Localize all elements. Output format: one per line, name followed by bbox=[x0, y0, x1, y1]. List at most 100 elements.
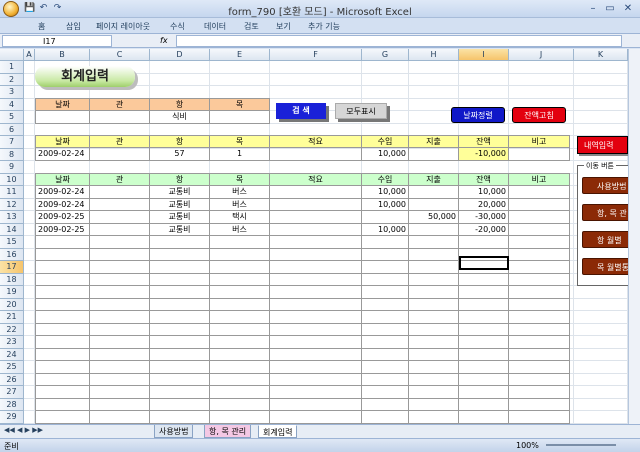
ledger-empty-cell[interactable] bbox=[409, 336, 459, 349]
row-header[interactable]: 11 bbox=[0, 186, 24, 199]
row-header[interactable]: 7 bbox=[0, 136, 24, 149]
ledger-empty-cell[interactable] bbox=[270, 411, 362, 424]
row-header[interactable]: 12 bbox=[0, 198, 24, 211]
ledger-cell-note[interactable] bbox=[509, 223, 570, 236]
ledger-empty-cell[interactable] bbox=[210, 286, 270, 299]
ledger-cell-mok[interactable]: 버스 bbox=[210, 198, 270, 211]
ledger-empty-cell[interactable] bbox=[409, 248, 459, 261]
ledger-cell-note[interactable] bbox=[509, 198, 570, 211]
ledger-cell-balance[interactable]: -20,000 bbox=[459, 223, 509, 236]
sheet-tab-usage[interactable]: 사용방법 bbox=[154, 425, 194, 438]
ledger-cell-expense[interactable] bbox=[409, 198, 459, 211]
ledger-empty-cell[interactable] bbox=[90, 386, 150, 399]
minimize-button[interactable]: – bbox=[586, 2, 600, 15]
ledger-empty-cell[interactable] bbox=[210, 336, 270, 349]
ledger-empty-cell[interactable] bbox=[509, 236, 570, 249]
ledger-empty-cell[interactable] bbox=[150, 398, 210, 411]
entry-cell-mok[interactable]: 1 bbox=[210, 148, 270, 161]
ledger-empty-cell[interactable] bbox=[459, 273, 509, 286]
entry-cell-gwan[interactable] bbox=[90, 148, 150, 161]
date-sort-button[interactable]: 날짜정렬 bbox=[451, 107, 505, 123]
undo-icon[interactable]: ↶ bbox=[38, 3, 49, 14]
ledger-empty-cell[interactable] bbox=[409, 236, 459, 249]
row-header[interactable]: 14 bbox=[0, 223, 24, 236]
tab-nav-arrows[interactable]: ◀◀ ◀ ▶ ▶▶ bbox=[4, 426, 43, 434]
ledger-empty-cell[interactable] bbox=[362, 348, 409, 361]
ledger-empty-cell[interactable] bbox=[90, 261, 150, 274]
ledger-cell-income[interactable] bbox=[362, 211, 409, 224]
ledger-empty-cell[interactable] bbox=[90, 373, 150, 386]
ledger-empty-cell[interactable] bbox=[35, 236, 90, 249]
close-button[interactable]: ✕ bbox=[621, 2, 635, 15]
ledger-empty-cell[interactable] bbox=[409, 386, 459, 399]
ledger-empty-cell[interactable] bbox=[210, 398, 270, 411]
ledger-empty-cell[interactable] bbox=[150, 298, 210, 311]
col-header-e[interactable]: E bbox=[210, 49, 270, 61]
redo-icon[interactable]: ↷ bbox=[52, 3, 63, 14]
ledger-empty-cell[interactable] bbox=[509, 373, 570, 386]
entry-cell-balance[interactable]: -10,000 bbox=[459, 148, 509, 161]
ledger-empty-cell[interactable] bbox=[210, 261, 270, 274]
ledger-empty-cell[interactable] bbox=[150, 311, 210, 324]
ledger-empty-cell[interactable] bbox=[459, 398, 509, 411]
ledger-cell-hang[interactable]: 교통비 bbox=[150, 186, 210, 199]
ledger-cell-mok[interactable]: 택시 bbox=[210, 211, 270, 224]
ledger-empty-cell[interactable] bbox=[35, 261, 90, 274]
ledger-empty-cell[interactable] bbox=[270, 236, 362, 249]
ledger-empty-cell[interactable] bbox=[409, 398, 459, 411]
ledger-cell-date[interactable]: 2009-02-24 bbox=[35, 198, 90, 211]
ledger-empty-cell[interactable] bbox=[270, 248, 362, 261]
ledger-empty-cell[interactable] bbox=[362, 248, 409, 261]
ledger-empty-cell[interactable] bbox=[409, 348, 459, 361]
ledger-empty-cell[interactable] bbox=[210, 386, 270, 399]
ledger-empty-cell[interactable] bbox=[362, 411, 409, 424]
ledger-empty-cell[interactable] bbox=[509, 386, 570, 399]
ledger-cell-gwan[interactable] bbox=[90, 223, 150, 236]
ledger-cell-balance[interactable]: 10,000 bbox=[459, 186, 509, 199]
ledger-empty-cell[interactable] bbox=[459, 348, 509, 361]
ledger-cell-note[interactable] bbox=[509, 186, 570, 199]
ledger-empty-cell[interactable] bbox=[409, 273, 459, 286]
ledger-cell-memo[interactable] bbox=[270, 211, 362, 224]
ledger-empty-cell[interactable] bbox=[409, 323, 459, 336]
ledger-empty-cell[interactable] bbox=[459, 361, 509, 374]
function-icon[interactable]: fx bbox=[160, 35, 172, 47]
ledger-empty-cell[interactable] bbox=[509, 261, 570, 274]
ledger-empty-cell[interactable] bbox=[509, 311, 570, 324]
row-header[interactable]: 15 bbox=[0, 236, 24, 249]
row-header[interactable]: 27 bbox=[0, 386, 24, 399]
ledger-empty-cell[interactable] bbox=[90, 348, 150, 361]
ledger-empty-cell[interactable] bbox=[270, 323, 362, 336]
col-header-b[interactable]: B bbox=[35, 49, 90, 61]
ledger-cell-gwan[interactable] bbox=[90, 198, 150, 211]
formula-input[interactable] bbox=[176, 35, 622, 47]
ledger-empty-cell[interactable] bbox=[150, 323, 210, 336]
ledger-empty-cell[interactable] bbox=[459, 311, 509, 324]
office-button[interactable] bbox=[3, 1, 19, 17]
row-header[interactable]: 17 bbox=[0, 261, 24, 274]
ledger-empty-cell[interactable] bbox=[509, 411, 570, 424]
search-mok-input[interactable] bbox=[210, 111, 270, 124]
ledger-cell-gwan[interactable] bbox=[90, 211, 150, 224]
ledger-empty-cell[interactable] bbox=[90, 298, 150, 311]
nav-usage-button[interactable]: 사용방법 bbox=[582, 177, 628, 194]
tab-home[interactable]: 홈 bbox=[38, 21, 45, 32]
ledger-empty-cell[interactable] bbox=[409, 261, 459, 274]
ledger-empty-cell[interactable] bbox=[459, 336, 509, 349]
ledger-empty-cell[interactable] bbox=[150, 373, 210, 386]
ledger-empty-cell[interactable] bbox=[270, 386, 362, 399]
row-header[interactable]: 8 bbox=[0, 148, 24, 161]
ledger-empty-cell[interactable] bbox=[270, 311, 362, 324]
ledger-empty-cell[interactable] bbox=[150, 261, 210, 274]
ledger-cell-hang[interactable]: 교통비 bbox=[150, 223, 210, 236]
ledger-empty-cell[interactable] bbox=[509, 323, 570, 336]
ledger-empty-cell[interactable] bbox=[35, 286, 90, 299]
entry-cell-income[interactable]: 10,000 bbox=[362, 148, 409, 161]
row-header[interactable]: 16 bbox=[0, 248, 24, 261]
sheet-tab-accounting[interactable]: 회계입력 bbox=[258, 425, 298, 438]
row-header[interactable]: 22 bbox=[0, 323, 24, 336]
ledger-empty-cell[interactable] bbox=[210, 311, 270, 324]
ledger-cell-balance[interactable]: -30,000 bbox=[459, 211, 509, 224]
ledger-cell-mok[interactable]: 버스 bbox=[210, 223, 270, 236]
ledger-empty-cell[interactable] bbox=[90, 323, 150, 336]
